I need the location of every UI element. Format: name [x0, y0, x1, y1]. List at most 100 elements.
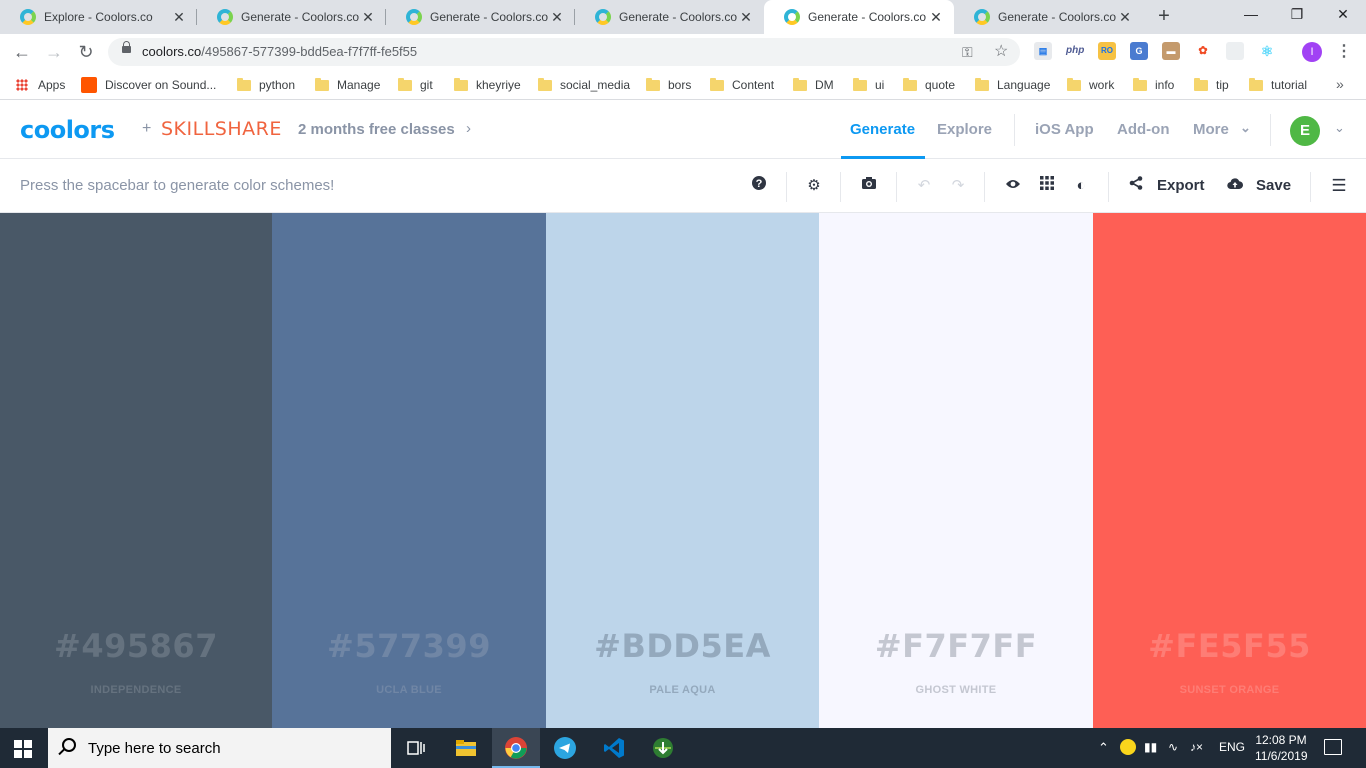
swatch-hex-code[interactable]: #495867 — [0, 627, 272, 665]
swatch-hex-code[interactable]: #FE5F55 — [1093, 627, 1366, 665]
key-icon[interactable]: ⚿ — [962, 44, 973, 60]
chevron-down-icon[interactable]: ⌄ — [1240, 120, 1251, 136]
browser-tab[interactable]: Generate - Coolors.co ✕ — [575, 0, 764, 34]
bookmark-folder[interactable]: bors — [646, 76, 691, 94]
bookmarks-overflow-button[interactable]: » — [1336, 76, 1344, 92]
bookmark-folder[interactable]: info — [1133, 76, 1174, 94]
wifi-icon[interactable]: ∿ — [1168, 740, 1178, 754]
tray-expand-icon[interactable]: ⌃ — [1098, 740, 1109, 756]
share-icon[interactable] — [1125, 175, 1147, 197]
skillshare-logo[interactable]: SKILLSHARE — [161, 118, 282, 140]
swatch-hex-code[interactable]: #577399 — [272, 627, 546, 665]
save-button[interactable]: Save — [1256, 177, 1291, 194]
windows-start-icon[interactable] — [14, 740, 32, 758]
ro-extension-icon[interactable]: RO — [1098, 42, 1116, 60]
extension-icon[interactable]: ▤ — [1034, 42, 1052, 60]
bookmark-folder[interactable]: kheyriye — [454, 76, 521, 94]
close-window-button[interactable]: ✕ — [1320, 0, 1366, 30]
browser-tab[interactable]: Generate - Coolors.co ✕ — [197, 0, 386, 34]
reload-icon[interactable]: ↻ — [74, 40, 98, 64]
browser-tab[interactable]: Explore - Coolors.co ✕ — [0, 0, 197, 34]
vscode-icon[interactable] — [590, 728, 638, 768]
bookmark-folder[interactable]: git — [398, 76, 433, 94]
hamburger-menu-icon[interactable]: ☰ — [1328, 175, 1350, 197]
box-extension-icon[interactable]: ▬ — [1162, 42, 1180, 60]
tray-app-icon[interactable] — [1120, 739, 1136, 755]
bookmark-folder[interactable]: Content — [710, 76, 774, 94]
user-avatar[interactable]: E — [1290, 116, 1320, 146]
bookmark-apps[interactable]: Apps — [16, 76, 65, 94]
address-bar[interactable]: coolors.co/495867-577399-bdd5ea-f7f7ff-f… — [108, 38, 1020, 66]
bookmark-folder[interactable]: social_media — [538, 76, 630, 94]
close-tab-icon[interactable]: ✕ — [738, 9, 754, 25]
bookmark-folder[interactable]: Language — [975, 76, 1050, 94]
bookmark-folder[interactable]: tip — [1194, 76, 1229, 94]
translate-extension-icon[interactable]: G — [1130, 42, 1148, 60]
bookmark-folder[interactable]: python — [237, 76, 295, 94]
help-icon[interactable]: ? — [748, 175, 770, 197]
cloud-upload-icon[interactable] — [1224, 175, 1246, 197]
browser-tab[interactable]: Generate - Coolors.co ✕ — [386, 0, 575, 34]
task-view-icon[interactable] — [392, 728, 440, 768]
close-tab-icon[interactable]: ✕ — [549, 9, 565, 25]
bookmark-folder[interactable]: tutorial — [1249, 76, 1307, 94]
close-tab-icon[interactable]: ✕ — [171, 9, 187, 25]
bookmark-folder[interactable]: DM — [793, 76, 834, 94]
speaker-muted-icon[interactable]: ♪× — [1190, 740, 1203, 754]
react-extension-icon[interactable]: ⚛ — [1258, 42, 1276, 60]
undo-icon[interactable]: ↶ — [913, 175, 935, 197]
color-swatch[interactable]: #495867 INDEPENDENCE — [0, 213, 272, 728]
php-extension-icon[interactable]: php — [1066, 42, 1084, 60]
chevron-down-icon[interactable]: ⌄ — [1334, 120, 1345, 136]
nav-generate[interactable]: Generate — [850, 121, 915, 138]
gear-icon[interactable]: ⚙ — [803, 175, 825, 197]
so-extension-icon[interactable]: ✿ — [1194, 42, 1212, 60]
language-indicator[interactable]: ENG — [1219, 740, 1245, 754]
bookmark-folder[interactable]: Manage — [315, 76, 380, 94]
export-button[interactable]: Export — [1157, 177, 1205, 194]
swatch-hex-code[interactable]: #F7F7FF — [819, 627, 1093, 665]
forward-arrow-icon[interactable]: → — [42, 40, 66, 64]
color-swatch[interactable]: #BDD5EA PALE AQUA — [546, 213, 819, 728]
color-swatch[interactable]: #577399 UCLA BLUE — [272, 213, 546, 728]
eye-icon[interactable] — [1002, 175, 1024, 197]
battery-icon[interactable]: ▮▮ — [1144, 740, 1157, 754]
url-text[interactable]: coolors.co/495867-577399-bdd5ea-f7f7ff-f… — [142, 44, 417, 59]
taskbar-clock[interactable]: 12:08 PM 11/6/2019 — [1255, 732, 1308, 764]
close-tab-icon[interactable]: ✕ — [928, 9, 944, 25]
redo-icon[interactable]: ↷ — [947, 175, 969, 197]
camera-icon[interactable] — [858, 175, 880, 197]
notification-center-icon[interactable] — [1324, 739, 1342, 755]
contrast-icon[interactable]: ◐ — [1070, 175, 1092, 197]
bookmark-soundcloud[interactable]: Discover on Sound... — [81, 76, 216, 94]
star-bookmark-icon[interactable]: ☆ — [994, 44, 1008, 60]
close-tab-icon[interactable]: ✕ — [1117, 9, 1133, 25]
bookmark-folder[interactable]: quote — [903, 76, 955, 94]
grid-view-icon[interactable] — [1036, 175, 1058, 197]
download-manager-icon[interactable] — [639, 728, 687, 768]
blank-extension-icon[interactable] — [1226, 42, 1244, 60]
nav-more[interactable]: More — [1193, 121, 1229, 138]
close-tab-icon[interactable]: ✕ — [360, 9, 376, 25]
nav-ios-app[interactable]: iOS App — [1035, 121, 1094, 138]
color-swatch[interactable]: #FE5F55 SUNSET ORANGE — [1093, 213, 1366, 728]
chrome-icon[interactable] — [492, 728, 540, 768]
bookmark-folder[interactable]: work — [1067, 76, 1114, 94]
file-explorer-icon[interactable] — [442, 728, 490, 768]
browser-tab[interactable]: Generate - Coolors.co ✕ — [954, 0, 1143, 34]
restore-window-button[interactable]: ❐ — [1274, 0, 1320, 30]
promo-link[interactable]: 2 months free classes — [298, 121, 455, 138]
new-tab-button[interactable]: + — [1152, 5, 1176, 29]
color-swatch[interactable]: #F7F7FF GHOST WHITE — [819, 213, 1093, 728]
nav-explore[interactable]: Explore — [937, 121, 992, 138]
profile-avatar[interactable]: I — [1302, 42, 1322, 62]
taskbar-search-input[interactable]: Type here to search — [48, 728, 391, 768]
minimize-window-button[interactable]: — — [1228, 0, 1274, 30]
back-arrow-icon[interactable]: ← — [10, 40, 34, 64]
swatch-hex-code[interactable]: #BDD5EA — [546, 627, 819, 665]
coolors-logo[interactable]: coolors — [20, 116, 115, 144]
bookmark-folder[interactable]: ui — [853, 76, 884, 94]
browser-tab-active[interactable]: Generate - Coolors.co ✕ — [764, 0, 954, 34]
nav-add-on[interactable]: Add-on — [1117, 121, 1169, 138]
telegram-icon[interactable] — [541, 728, 589, 768]
